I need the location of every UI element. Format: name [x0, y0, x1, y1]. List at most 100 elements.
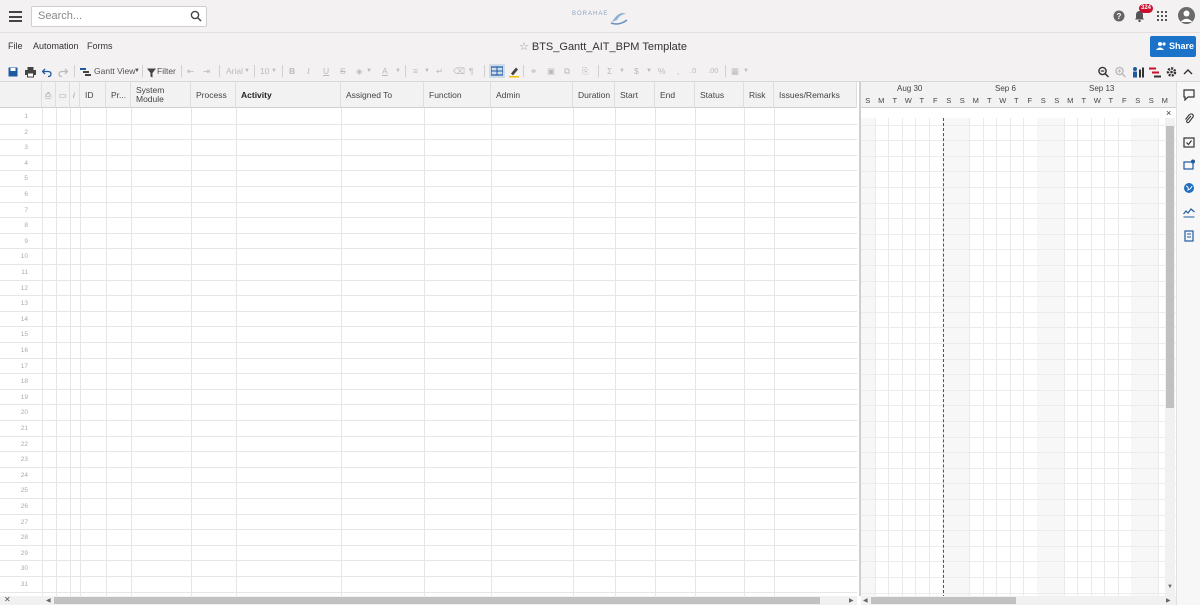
table-row[interactable]: 31: [0, 577, 857, 593]
row-number[interactable]: 31: [8, 581, 28, 588]
zoom-out-icon[interactable]: [1098, 65, 1109, 79]
font-size-select[interactable]: 10: [260, 64, 269, 78]
update-requests-icon[interactable]: [1183, 159, 1195, 171]
clear-format-icon[interactable]: ⌫: [453, 64, 465, 78]
table-row[interactable]: 14: [0, 312, 857, 328]
row-number[interactable]: 15: [8, 331, 28, 338]
sum-icon[interactable]: Σ: [607, 64, 612, 78]
apps-grid-icon[interactable]: [1157, 11, 1167, 21]
row-number[interactable]: 28: [8, 534, 28, 541]
table-row[interactable]: 25: [0, 483, 857, 499]
column-header[interactable]: Assigned To: [341, 82, 424, 108]
row-number[interactable]: 12: [8, 285, 28, 292]
row-number[interactable]: 29: [8, 550, 28, 557]
table-row[interactable]: 29: [0, 546, 857, 562]
horizontal-scroll-thumb[interactable]: [54, 597, 820, 604]
wrap-text-icon[interactable]: ↵: [436, 64, 443, 78]
chevron-down-icon[interactable]: ▼: [424, 64, 430, 78]
table-row[interactable]: 11: [0, 265, 857, 281]
column-header[interactable]: System Module: [131, 82, 191, 108]
table-row[interactable]: 30: [0, 561, 857, 577]
table-row[interactable]: 16: [0, 343, 857, 359]
format-painter-icon[interactable]: ¶: [469, 64, 474, 78]
collapse-toolbar-icon[interactable]: [1183, 65, 1193, 79]
row-number[interactable]: 3: [8, 144, 28, 151]
grid-horizontal-scrollbar[interactable]: ✕ ◀ ▶: [0, 595, 857, 605]
table-row[interactable]: 13: [0, 296, 857, 312]
print-icon[interactable]: [25, 65, 36, 79]
undo-icon[interactable]: [42, 65, 52, 79]
column-header[interactable]: ID: [80, 82, 106, 108]
scroll-right-arrow-icon[interactable]: ▶: [849, 597, 854, 604]
row-number[interactable]: 8: [8, 222, 28, 229]
chevron-down-icon[interactable]: ▼: [743, 64, 749, 78]
resource-view-icon[interactable]: [1132, 65, 1144, 79]
hamburger-menu-icon[interactable]: [9, 11, 22, 22]
percent-icon[interactable]: %: [658, 64, 666, 78]
column-header[interactable]: Status: [695, 82, 744, 108]
attachment-column-icon[interactable]: ⎙: [42, 82, 56, 108]
attachments-icon[interactable]: [1183, 113, 1195, 125]
critical-path-icon[interactable]: [1149, 65, 1161, 79]
table-row[interactable]: 27: [0, 515, 857, 531]
scroll-right-arrow-icon[interactable]: ▶: [1166, 597, 1171, 604]
table-row[interactable]: 26: [0, 499, 857, 515]
row-number[interactable]: 19: [8, 394, 28, 401]
table-row[interactable]: 24: [0, 468, 857, 484]
row-number[interactable]: 22: [8, 441, 28, 448]
borders-icon[interactable]: ▦: [731, 64, 739, 78]
column-header[interactable]: Admin: [491, 82, 573, 108]
vertical-scrollbar[interactable]: ▼: [1165, 118, 1175, 596]
expand-icon[interactable]: ✕: [4, 595, 11, 604]
row-number[interactable]: 14: [8, 316, 28, 323]
row-number[interactable]: 11: [8, 269, 28, 276]
chevron-down-icon[interactable]: ▼: [366, 64, 372, 78]
fill-color-icon[interactable]: ◈: [356, 64, 363, 78]
table-row[interactable]: 3: [0, 140, 857, 156]
filter-button[interactable]: Filter: [157, 64, 176, 78]
zoom-in-icon[interactable]: [1115, 65, 1126, 79]
header-corner[interactable]: [0, 82, 42, 108]
table-row[interactable]: 1: [0, 109, 857, 125]
align-icon[interactable]: ≡: [413, 64, 418, 78]
font-family-select[interactable]: Arial: [226, 64, 243, 78]
indent-icon[interactable]: ⇥: [203, 64, 210, 78]
scroll-down-arrow-icon[interactable]: ▼: [1167, 584, 1173, 590]
favorite-star-icon[interactable]: ☆: [519, 41, 529, 53]
chevron-down-icon[interactable]: ▼: [134, 64, 140, 78]
table-row[interactable]: 7: [0, 203, 857, 219]
chevron-down-icon[interactable]: ▼: [619, 64, 625, 78]
table-row[interactable]: 6: [0, 187, 857, 203]
search-input[interactable]: [38, 10, 178, 22]
vertical-scroll-thumb[interactable]: [1166, 126, 1174, 408]
row-number[interactable]: 1: [8, 113, 28, 120]
chevron-down-icon[interactable]: ▼: [244, 64, 250, 78]
chevron-down-icon[interactable]: ▼: [646, 64, 652, 78]
table-row[interactable]: 4: [0, 156, 857, 172]
table-row[interactable]: 8: [0, 218, 857, 234]
italic-icon[interactable]: I: [307, 64, 310, 78]
table-row[interactable]: 12: [0, 281, 857, 297]
row-number[interactable]: 17: [8, 363, 28, 370]
summary-icon[interactable]: [1183, 230, 1195, 242]
row-number[interactable]: 7: [8, 207, 28, 214]
proofing-icon[interactable]: [1183, 136, 1195, 148]
table-row[interactable]: 23: [0, 452, 857, 468]
row-number[interactable]: 23: [8, 456, 28, 463]
highlight-pen-icon[interactable]: [509, 65, 519, 79]
table-row[interactable]: 20: [0, 405, 857, 421]
row-number[interactable]: 4: [8, 160, 28, 167]
column-header[interactable]: Function: [424, 82, 491, 108]
table-row[interactable]: 21: [0, 421, 857, 437]
redo-icon[interactable]: [58, 65, 68, 79]
menu-forms[interactable]: Forms: [87, 41, 113, 51]
row-number[interactable]: 13: [8, 300, 28, 307]
close-icon[interactable]: ×: [1166, 108, 1171, 118]
row-number[interactable]: 18: [8, 378, 28, 385]
increase-decimal-icon[interactable]: .00: [708, 64, 718, 78]
currency-icon[interactable]: $: [634, 64, 639, 78]
scroll-left-arrow-icon[interactable]: ◀: [863, 597, 868, 604]
row-number[interactable]: 16: [8, 347, 28, 354]
decrease-decimal-icon[interactable]: .0: [690, 64, 696, 78]
thousands-separator-icon[interactable]: ,: [677, 64, 679, 78]
